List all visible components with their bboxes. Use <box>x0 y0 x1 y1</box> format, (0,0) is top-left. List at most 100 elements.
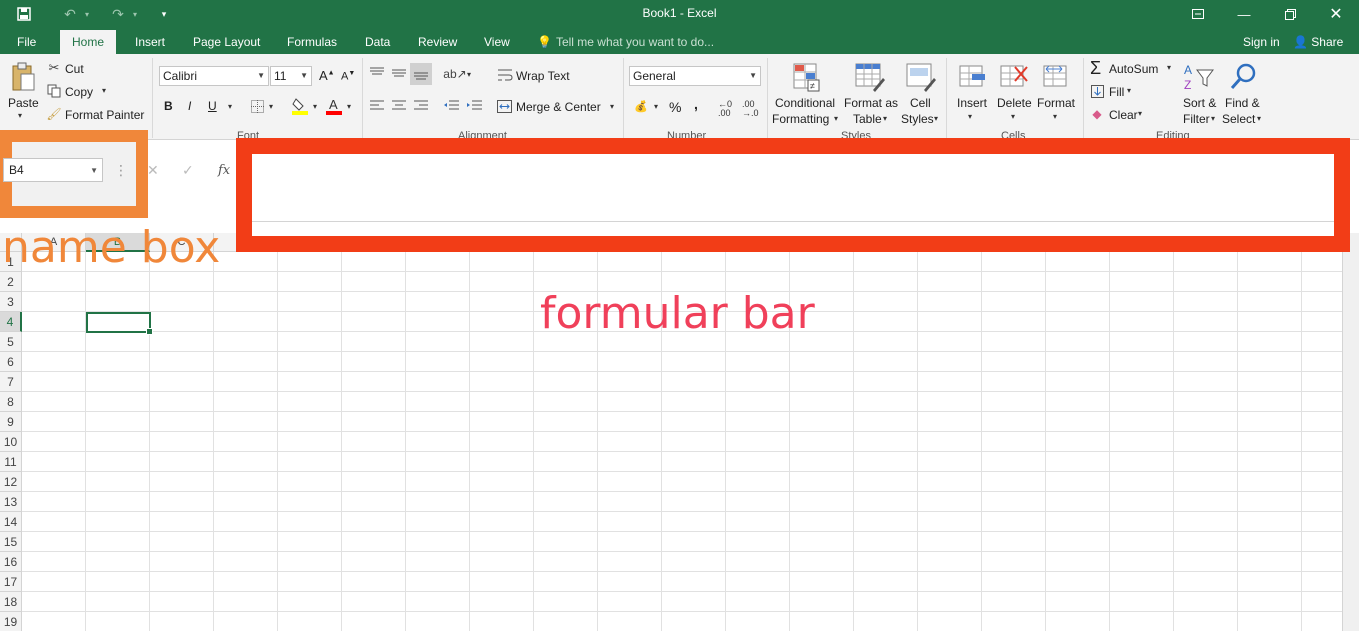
decrease-font-size-icon[interactable]: A▼ <box>341 70 355 83</box>
format-dropdown-icon[interactable]: ▾ <box>1053 112 1057 121</box>
tab-home[interactable]: Home <box>60 30 117 54</box>
orientation-icon[interactable]: ab↗ <box>443 66 466 82</box>
tab-page-layout[interactable]: Page Layout <box>185 32 268 54</box>
borders-dropdown-icon[interactable]: ▾ <box>269 102 273 111</box>
row-header[interactable]: 3 <box>0 292 22 312</box>
italic-button[interactable]: I <box>188 99 191 113</box>
middle-align-icon[interactable] <box>391 66 407 80</box>
row-header[interactable]: 7 <box>0 372 22 392</box>
font-color-icon[interactable]: A <box>326 97 342 115</box>
clear-button[interactable]: Clear <box>1109 108 1138 122</box>
ribbon-display-icon[interactable] <box>1175 0 1221 28</box>
delete-cells-button[interactable]: Delete <box>997 96 1032 110</box>
row-header[interactable]: 11 <box>0 452 22 472</box>
table-dropdown-icon[interactable]: ▾ <box>883 114 887 123</box>
row-header[interactable]: 19 <box>0 612 22 631</box>
format-as-table-button[interactable]: Format as <box>844 96 898 110</box>
row-header[interactable]: 16 <box>0 552 22 572</box>
sort-filter-label2[interactable]: Filter <box>1183 112 1210 126</box>
paste-dropdown-icon[interactable]: ▾ <box>18 111 22 120</box>
copy-dropdown-icon[interactable]: ▾ <box>102 86 106 95</box>
formula-bar-input[interactable] <box>252 154 1334 222</box>
find-dropdown-icon[interactable]: ▾ <box>1257 114 1261 123</box>
tell-me-search[interactable]: 💡 Tell me what you want to do... <box>537 32 714 52</box>
styles-dropdown-icon[interactable]: ▾ <box>934 114 938 123</box>
cell-styles-label2[interactable]: Styles <box>901 112 934 126</box>
insert-function-icon[interactable]: fx <box>218 160 230 180</box>
row-header[interactable]: 4 <box>0 312 22 332</box>
delete-dropdown-icon[interactable]: ▾ <box>1011 112 1015 121</box>
fill-dropdown-icon[interactable]: ▾ <box>1127 86 1131 95</box>
font-name-select[interactable]: Calibri ▼ <box>159 66 269 86</box>
fill-button[interactable]: Fill <box>1109 85 1124 99</box>
minimize-icon[interactable]: — <box>1221 0 1267 28</box>
comma-button[interactable]: , <box>694 96 698 112</box>
clear-dropdown-icon[interactable]: ▾ <box>1138 109 1142 118</box>
tab-view[interactable]: View <box>476 32 518 54</box>
row-header[interactable]: 6 <box>0 352 22 372</box>
format-as-table-label2[interactable]: Table <box>853 112 882 126</box>
paste-icon[interactable] <box>8 60 38 94</box>
conditional-formatting-label2[interactable]: Formatting <box>772 112 829 126</box>
name-box-resize-handle[interactable]: ⋮ <box>114 160 128 180</box>
wrap-text-button[interactable]: Wrap Text <box>516 69 570 83</box>
sort-dropdown-icon[interactable]: ▾ <box>1211 114 1215 123</box>
find-select-button[interactable]: Find & <box>1225 96 1260 110</box>
bottom-align-icon[interactable] <box>410 63 432 85</box>
row-header[interactable]: 18 <box>0 592 22 612</box>
align-left-icon[interactable] <box>369 99 385 113</box>
decrease-decimal-icon[interactable]: .00 →.0 <box>742 100 759 118</box>
number-format-select[interactable]: General ▼ <box>629 66 761 86</box>
conditional-dropdown-icon[interactable]: ▾ <box>834 114 838 123</box>
bold-button[interactable]: B <box>164 99 173 113</box>
sign-in-link[interactable]: Sign in <box>1243 32 1280 52</box>
fill-color-dropdown-icon[interactable]: ▾ <box>313 102 317 111</box>
row-header[interactable]: 12 <box>0 472 22 492</box>
row-header[interactable]: 15 <box>0 532 22 552</box>
selected-cell[interactable] <box>86 312 153 335</box>
row-header[interactable]: 8 <box>0 392 22 412</box>
row-header[interactable]: 14 <box>0 512 22 532</box>
decrease-indent-icon[interactable] <box>443 99 459 113</box>
cut-button[interactable]: Cut <box>65 62 84 76</box>
insert-cells-button[interactable]: Insert <box>957 96 987 110</box>
row-header[interactable]: 17 <box>0 572 22 592</box>
align-right-icon[interactable] <box>413 99 429 113</box>
top-align-icon[interactable] <box>369 66 385 80</box>
tab-formulas[interactable]: Formulas <box>279 32 345 54</box>
row-header[interactable]: 13 <box>0 492 22 512</box>
row-header[interactable]: 10 <box>0 432 22 452</box>
vertical-scrollbar[interactable] <box>1342 233 1359 631</box>
borders-icon[interactable] <box>250 99 264 113</box>
format-cells-button[interactable]: Format <box>1037 96 1075 110</box>
align-center-icon[interactable] <box>391 99 407 113</box>
currency-dropdown-icon[interactable]: ▾ <box>654 102 658 111</box>
restore-icon[interactable] <box>1267 0 1313 28</box>
share-button[interactable]: 👤 Share <box>1293 32 1343 52</box>
percent-button[interactable]: % <box>669 99 681 115</box>
font-size-select[interactable]: 11 ▼ <box>270 66 312 86</box>
tab-review[interactable]: Review <box>410 32 465 54</box>
insert-dropdown-icon[interactable]: ▾ <box>968 112 972 121</box>
tab-data[interactable]: Data <box>357 32 398 54</box>
font-color-dropdown-icon[interactable]: ▾ <box>347 102 351 111</box>
merge-dropdown-icon[interactable]: ▾ <box>610 102 614 111</box>
tab-insert[interactable]: Insert <box>127 32 173 54</box>
autosum-button[interactable]: AutoSum <box>1109 62 1158 76</box>
increase-font-size-icon[interactable]: A▲ <box>319 68 335 83</box>
autosum-dropdown-icon[interactable]: ▾ <box>1167 63 1171 72</box>
orientation-dropdown-icon[interactable]: ▾ <box>467 70 471 79</box>
underline-button[interactable]: U <box>208 99 217 113</box>
find-select-label2[interactable]: Select <box>1222 112 1255 126</box>
conditional-formatting-button[interactable]: Conditional <box>775 96 835 110</box>
name-box[interactable]: B4 ▼ <box>3 158 103 182</box>
currency-icon[interactable]: 💰 <box>633 99 649 113</box>
format-painter-button[interactable]: Format Painter <box>65 108 144 122</box>
row-header[interactable]: 5 <box>0 332 22 352</box>
increase-indent-icon[interactable] <box>466 99 482 113</box>
copy-button[interactable]: Copy <box>65 85 93 99</box>
tab-file[interactable]: File <box>9 32 44 54</box>
underline-dropdown-icon[interactable]: ▾ <box>228 102 232 111</box>
cell-styles-button[interactable]: Cell <box>910 96 931 110</box>
sort-filter-button[interactable]: Sort & <box>1183 96 1216 110</box>
